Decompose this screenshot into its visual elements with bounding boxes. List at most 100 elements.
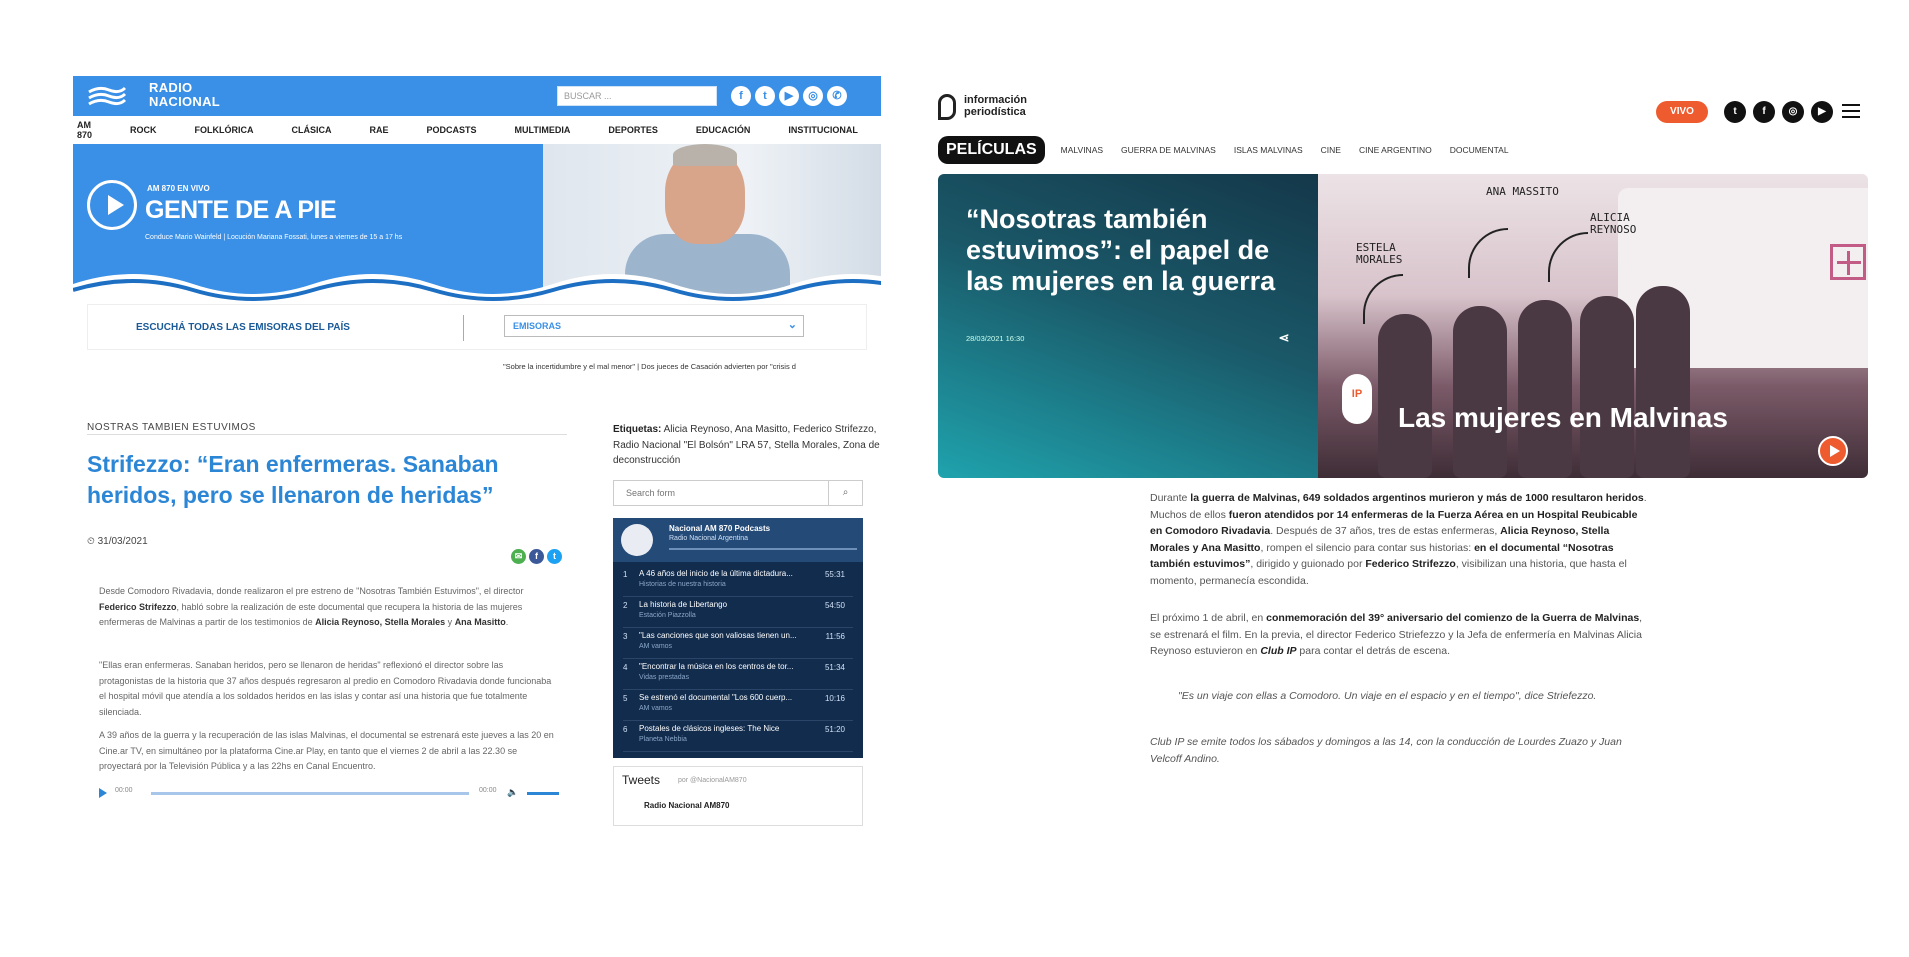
share-facebook-icon[interactable]: f (529, 549, 544, 564)
track-duration: 55:31 (824, 570, 845, 579)
audio-progress-bar[interactable] (151, 792, 469, 795)
rn-nav-clasica[interactable]: CLÁSICA (292, 125, 332, 135)
podcast-progress-bar[interactable] (669, 548, 857, 550)
rn-logo-text[interactable]: RADIO NACIONAL (149, 81, 220, 109)
tab-guerra-de-malvinas[interactable]: GUERRA DE MALVINAS (1121, 145, 1216, 155)
emisoras-divider (463, 315, 464, 341)
clock-icon: ⏲ (87, 536, 95, 547)
track-title: Postales de clásicos ingleses: The Nice (639, 724, 780, 733)
p2-e: para contar el detrás de escena. (1296, 645, 1451, 657)
facebook-icon[interactable]: f (1753, 101, 1775, 123)
search-icon[interactable]: ⌕ (828, 481, 862, 505)
youtube-icon[interactable]: ▶ (779, 86, 799, 106)
article-paragraph-2: "Ellas eran enfermeras. Sanaban heridos,… (99, 660, 552, 717)
arrow-icon (1468, 228, 1508, 278)
p1-director: Federico Strifezzo (99, 601, 177, 612)
audio-player: 00:00 00:00 🔈 (99, 785, 559, 801)
ip-badge-icon: IP (1342, 374, 1372, 424)
ip-logo-text[interactable]: información periodística (964, 94, 1027, 118)
rn-header: RADIO NACIONAL BUSCAR ... f t ▶ ◎ ✆ (73, 76, 881, 116)
tab-peliculas[interactable]: PELÍCULAS (938, 136, 1045, 164)
rn-nav-am870[interactable]: AM 870 (77, 120, 92, 140)
rn-nav-deportes[interactable]: DEPORTES (608, 125, 658, 135)
podcast-title[interactable]: Nacional AM 870 Podcasts (669, 524, 770, 533)
rn-search-input[interactable]: BUSCAR ... (557, 86, 717, 106)
informacion-periodistica-screenshot: información periodística VIVO t f ◎ ▶ PE… (938, 88, 1868, 788)
waves-decoration (73, 274, 881, 304)
podcast-track[interactable]: 4 "Encontrar la música en los centros de… (623, 659, 853, 690)
ip-logo-line1: información (964, 94, 1027, 106)
tab-documental[interactable]: DOCUMENTAL (1450, 145, 1509, 155)
ip-category-nav: PELÍCULAS MALVINAS GUERRA DE MALVINAS IS… (938, 136, 1868, 164)
tab-islas-malvinas[interactable]: ISLAS MALVINAS (1234, 145, 1303, 155)
youtube-icon[interactable]: ▶ (1811, 101, 1833, 123)
p1-i: , dirigido y guionado por (1250, 558, 1366, 570)
rn-nav-rock[interactable]: ROCK (130, 125, 157, 135)
radio-nacional-logo-icon[interactable] (87, 84, 127, 108)
podcast-track[interactable]: 5 Se estrenó el documental "Los 600 cuer… (623, 690, 853, 721)
ip-logo-icon[interactable] (938, 94, 956, 120)
live-play-icon[interactable] (87, 180, 137, 230)
track-title: "Las canciones que son valiosas tienen u… (639, 631, 797, 640)
rn-nav-multimedia[interactable]: MULTIMEDIA (515, 125, 571, 135)
emisoras-select[interactable]: EMISORAS ⌄ (504, 315, 804, 337)
facebook-icon[interactable]: f (731, 86, 751, 106)
rn-nav-educacion[interactable]: EDUCACIÓN (696, 125, 751, 135)
onair-label: AM 870 EN VIVO (147, 184, 210, 193)
podcast-track[interactable]: 3 "Las canciones que son valiosas tienen… (623, 628, 853, 659)
podcast-track[interactable]: 6 Postales de clásicos ingleses: The Nic… (623, 721, 853, 752)
vivo-button[interactable]: VIVO (1656, 101, 1708, 123)
instagram-icon[interactable]: ◎ (1782, 101, 1804, 123)
tags-label: Etiquetas: (613, 424, 662, 435)
share-twitter-icon[interactable]: t (547, 549, 562, 564)
annotation-estela-morales: ESTELA MORALES (1356, 241, 1403, 266)
track-show: Vidas prestadas (639, 674, 690, 681)
emisoras-bar: ESCUCHÁ TODAS LAS EMISORAS DEL PAÍS EMIS… (87, 304, 867, 350)
tab-cine[interactable]: CINE (1321, 145, 1341, 155)
tab-cine-argentino[interactable]: CINE ARGENTINO (1359, 145, 1432, 155)
p1-j: Federico Strifezzo (1365, 558, 1456, 570)
volume-icon[interactable]: 🔈 (507, 787, 518, 798)
tab-malvinas[interactable]: MALVINAS (1061, 145, 1103, 155)
annotation-alicia-reynoso: ALICIA REYNOSO (1590, 211, 1637, 236)
rn-nav-institucional[interactable]: INSTITUCIONAL (788, 125, 858, 135)
hero-title: “Nosotras también estuvimos”: el papel d… (966, 204, 1276, 296)
podcast-track[interactable]: 1 A 46 años del inicio de la última dict… (623, 566, 853, 597)
sidebar-search: ⌕ (613, 480, 863, 506)
video-play-icon[interactable] (1818, 436, 1848, 466)
host-hair (673, 144, 737, 166)
tweet-username[interactable]: Radio Nacional AM870 (644, 801, 730, 810)
track-show: Historias de nuestra historia (639, 581, 726, 588)
article-title: Strifezzo: “Eran enfermeras. Sanaban her… (87, 451, 499, 508)
audio-play-icon[interactable] (99, 788, 107, 798)
rn-live-banner[interactable]: AM 870 EN VIVO GENTE DE A PIE Conduce Ma… (73, 144, 881, 304)
woman-figure (1378, 314, 1432, 478)
article-kicker: NOSTRAS TAMBIEN ESTUVIMOS (87, 422, 256, 433)
share-email-icon[interactable]: ✉ (511, 549, 526, 564)
rn-nav-podcasts[interactable]: PODCASTS (427, 125, 477, 135)
track-show: AM vamos (639, 705, 673, 712)
p1-text-g: . (505, 617, 509, 627)
news-ticker[interactable]: "Sobre la incertidumbre y el mal menor" … (503, 362, 881, 371)
woman-figure (1518, 300, 1572, 478)
track-duration: 54:50 (824, 601, 845, 610)
tweets-author-link[interactable]: por @NacionalAM870 (678, 777, 747, 784)
hamburger-menu-icon[interactable] (1842, 102, 1860, 120)
hero-article[interactable]: “Nosotras también estuvimos”: el papel d… (938, 174, 1868, 478)
chevron-down-icon: ⌄ (787, 319, 797, 331)
track-show: AM vamos (639, 643, 673, 650)
podcast-track[interactable]: 2 La historia de Libertango Estación Pia… (623, 597, 853, 628)
p1-a: Durante (1150, 492, 1191, 504)
whatsapp-icon[interactable]: ✆ (827, 86, 847, 106)
twitter-icon[interactable]: t (755, 86, 775, 106)
volume-slider[interactable] (527, 792, 559, 795)
article-date-value: 31/03/2021 (97, 536, 148, 547)
instagram-icon[interactable]: ◎ (803, 86, 823, 106)
share-icon[interactable]: ⋖ (1276, 330, 1292, 346)
article-paragraph-1: Desde Comodoro Rivadavia, donde realizar… (99, 584, 559, 631)
rn-nav-folklorica[interactable]: FOLKLÓRICA (195, 125, 254, 135)
sidebar-search-input[interactable] (614, 481, 830, 505)
radio-nacional-screenshot: RADIO NACIONAL BUSCAR ... f t ▶ ◎ ✆ AM 8… (73, 76, 881, 826)
rn-nav-rae[interactable]: RAE (370, 125, 389, 135)
twitter-icon[interactable]: t (1724, 101, 1746, 123)
